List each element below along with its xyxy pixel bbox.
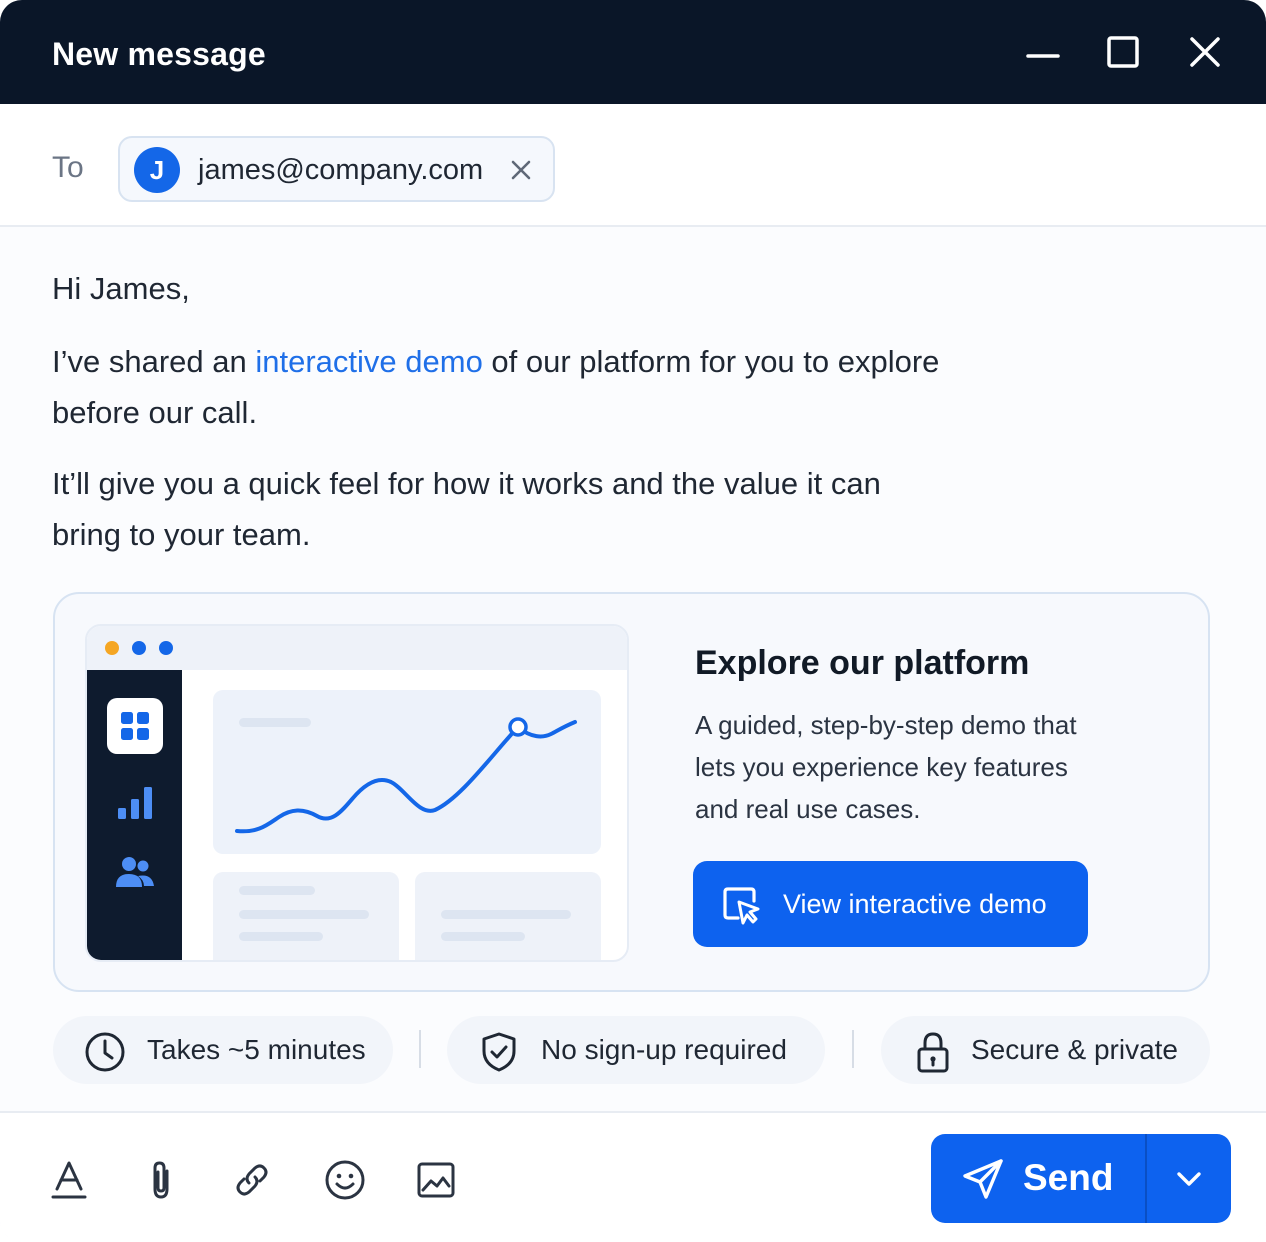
insert-emoji-button[interactable] <box>323 1158 367 1202</box>
greeting: Hi James, <box>52 271 190 306</box>
preview-sidebar <box>87 670 182 960</box>
maximize-icon <box>1107 36 1139 68</box>
placeholder-bar <box>239 932 323 941</box>
window-title: New message <box>52 36 266 72</box>
minimize-button[interactable] <box>1021 30 1065 74</box>
card-title: Explore our platform <box>695 644 1030 682</box>
window-dot-blue <box>132 641 146 655</box>
card-description: A guided, step-by-step demo that lets yo… <box>695 710 1077 824</box>
avatar: J <box>134 147 180 193</box>
text-format-icon <box>51 1161 87 1199</box>
demo-card: Explore our platform A guided, step-by-s… <box>53 592 1210 992</box>
feature-label: Secure & private <box>971 1034 1178 1065</box>
attachment-icon <box>153 1161 169 1199</box>
placeholder-bar <box>239 910 369 919</box>
lock-icon <box>917 1032 949 1073</box>
chevron-down-icon <box>1177 1171 1201 1186</box>
remove-recipient-button[interactable] <box>506 155 536 185</box>
interactive-demo-link[interactable]: interactive demo <box>255 344 482 379</box>
close-button[interactable] <box>1183 30 1227 74</box>
message-paragraph-2: It’ll give you a quick feel for how it w… <box>52 466 881 552</box>
preview-window-bar <box>87 626 627 670</box>
to-label: To <box>52 151 84 184</box>
image-icon <box>417 1162 455 1198</box>
window-dot-blue <box>159 641 173 655</box>
recipients-row: To J james@company.com <box>0 104 1266 227</box>
message-paragraph-1: I’ve shared an interactive demo of our p… <box>52 336 952 438</box>
close-icon <box>1190 37 1220 67</box>
bar-chart-icon <box>107 774 163 830</box>
view-interactive-demo-button[interactable]: View interactive demo <box>693 861 1088 947</box>
divider <box>419 1030 421 1068</box>
insert-image-button[interactable] <box>414 1158 458 1202</box>
recipient-chip[interactable]: J james@company.com <box>118 136 555 202</box>
send-button[interactable]: Send <box>931 1134 1145 1223</box>
minimize-icon <box>1026 54 1060 58</box>
clock-icon <box>85 1032 125 1072</box>
window-dot-orange <box>105 641 119 655</box>
preview-panel <box>213 872 399 960</box>
feature-duration: Takes ~5 minutes <box>53 1016 393 1084</box>
compose-window: New message To J james@company.com Hi Ja… <box>0 0 1266 1242</box>
feature-label: No sign-up required <box>541 1034 787 1065</box>
send-icon <box>963 1159 1003 1199</box>
attach-file-button[interactable] <box>139 1158 183 1202</box>
insert-link-button[interactable] <box>230 1158 274 1202</box>
shield-check-icon <box>482 1032 516 1072</box>
dashboard-icon <box>107 698 163 754</box>
send-label: Send <box>1023 1157 1114 1198</box>
line-chart-icon <box>235 717 577 834</box>
send-options-dropdown[interactable] <box>1147 1134 1231 1223</box>
paragraph-text: I’ve shared an <box>52 344 256 379</box>
text-format-button[interactable] <box>47 1158 91 1202</box>
emoji-icon <box>325 1160 365 1200</box>
send-button-group: Send <box>931 1134 1231 1223</box>
view-interactive-demo-label: View interactive demo <box>783 889 1047 919</box>
title-bar: New message <box>0 0 1266 104</box>
platform-preview-illustration <box>85 624 629 962</box>
compose-toolbar: Send <box>0 1111 1266 1242</box>
maximize-button[interactable] <box>1101 30 1145 74</box>
link-icon <box>236 1164 268 1196</box>
placeholder-bar <box>441 932 525 941</box>
feature-label: Takes ~5 minutes <box>147 1034 366 1065</box>
feature-no-signup: No sign-up required <box>447 1016 825 1084</box>
placeholder-bar <box>239 886 315 895</box>
preview-chart <box>213 690 601 854</box>
preview-panel <box>415 872 601 960</box>
divider <box>852 1030 854 1068</box>
close-icon <box>511 160 531 180</box>
recipient-email: james@company.com <box>198 154 484 186</box>
users-icon <box>107 844 163 900</box>
feature-secure: Secure & private <box>881 1016 1210 1084</box>
placeholder-bar <box>441 910 571 919</box>
cursor-click-icon <box>723 887 760 925</box>
